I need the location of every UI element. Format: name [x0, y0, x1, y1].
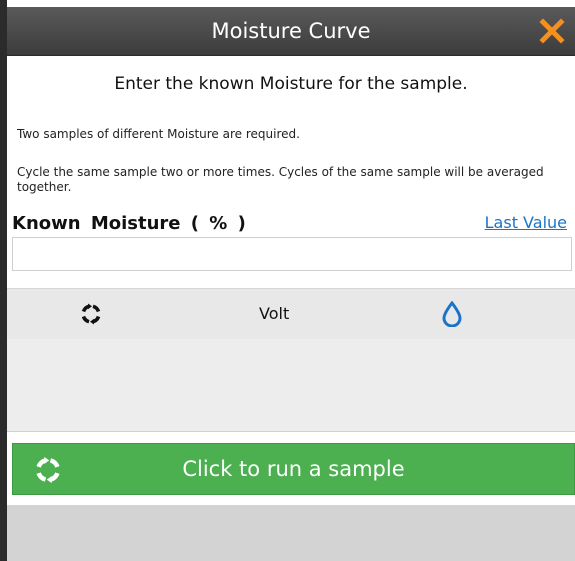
column-header-volt: Volt — [259, 304, 290, 323]
cycle-icon — [81, 303, 101, 325]
window-title: Moisture Curve — [211, 19, 371, 43]
instruction-note: Two samples of different Moisture are re… — [17, 127, 300, 141]
samples-table-body — [7, 339, 575, 432]
samples-table-header: Volt — [7, 288, 575, 340]
water-drop-icon — [442, 301, 462, 327]
window-frame — [0, 0, 7, 561]
known-moisture-label: Known Moisture ( % ) — [12, 213, 246, 234]
last-value-link[interactable]: Last Value — [485, 213, 567, 232]
dialog-content: Enter the known Moisture for the sample.… — [7, 56, 575, 561]
footer-area — [7, 505, 575, 561]
title-bar: Moisture Curve — [7, 7, 575, 56]
run-sample-label: Click to run a sample — [182, 457, 405, 481]
instruction-note-cycle: Cycle the same sample two or more times.… — [17, 165, 544, 194]
run-sample-button[interactable]: Click to run a sample — [12, 443, 575, 495]
known-moisture-input[interactable] — [12, 237, 572, 271]
close-icon[interactable] — [537, 16, 567, 46]
instruction-prompt: Enter the known Moisture for the sample. — [114, 74, 468, 94]
